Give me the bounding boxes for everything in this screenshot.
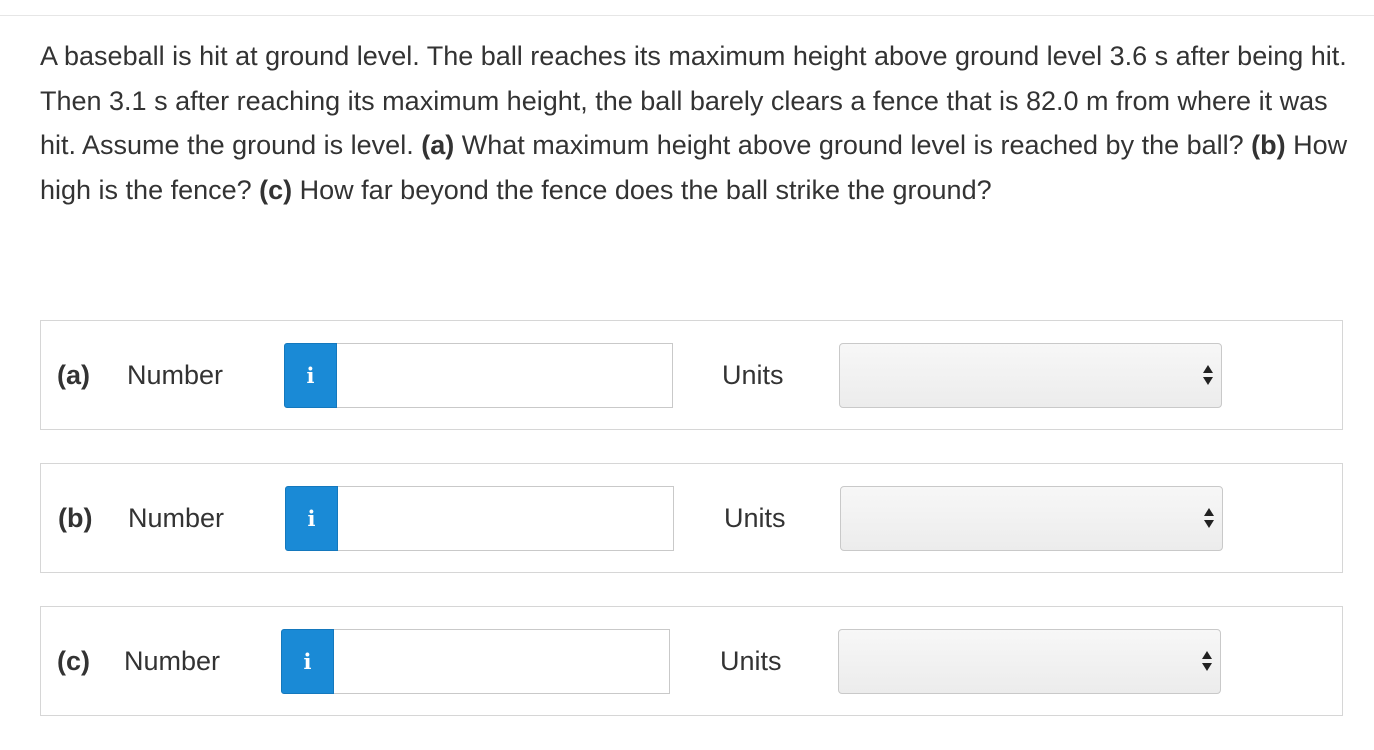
up-down-arrows-icon: [1200, 651, 1214, 673]
number-input-c[interactable]: [334, 629, 670, 694]
answer-row-c: (c) Number i Units: [40, 606, 1343, 716]
question-part-a-text: What maximum height above ground level i…: [454, 130, 1252, 160]
info-icon: i: [303, 649, 312, 674]
units-select-c[interactable]: [838, 629, 1221, 694]
number-input-a[interactable]: [337, 343, 673, 408]
question-text: A baseball is hit at ground level. The b…: [40, 34, 1350, 212]
units-label-a: Units: [722, 360, 784, 390]
number-input-b[interactable]: [338, 486, 674, 551]
number-label-c: Number: [124, 646, 221, 676]
answer-row-a: (a) Number i Units: [40, 320, 1343, 430]
answer-row-b: (b) Number i Units: [40, 463, 1343, 573]
units-select-a[interactable]: [839, 343, 1222, 408]
up-down-arrows-icon: [1201, 365, 1215, 387]
info-icon: i: [307, 506, 316, 531]
up-down-arrows-icon: [1202, 508, 1216, 530]
part-label-b: (b): [58, 503, 93, 533]
question-part-b-marker: (b): [1251, 130, 1286, 160]
part-label-c: (c): [57, 646, 90, 676]
info-button-a[interactable]: i: [284, 343, 337, 408]
question-part-c-marker: (c): [259, 174, 293, 205]
question-part-a-marker: (a): [421, 130, 455, 160]
part-label-a: (a): [57, 360, 90, 390]
info-button-c[interactable]: i: [281, 629, 334, 694]
question-part-c-text: How far beyond the fence does the ball s…: [292, 174, 992, 205]
number-label-b: Number: [128, 503, 225, 533]
info-button-b[interactable]: i: [285, 486, 338, 551]
units-label-c: Units: [720, 646, 782, 676]
units-select-b[interactable]: [840, 486, 1223, 551]
units-label-b: Units: [724, 503, 786, 533]
info-icon: i: [306, 363, 315, 388]
number-label-a: Number: [127, 360, 224, 390]
top-divider: [0, 15, 1374, 16]
